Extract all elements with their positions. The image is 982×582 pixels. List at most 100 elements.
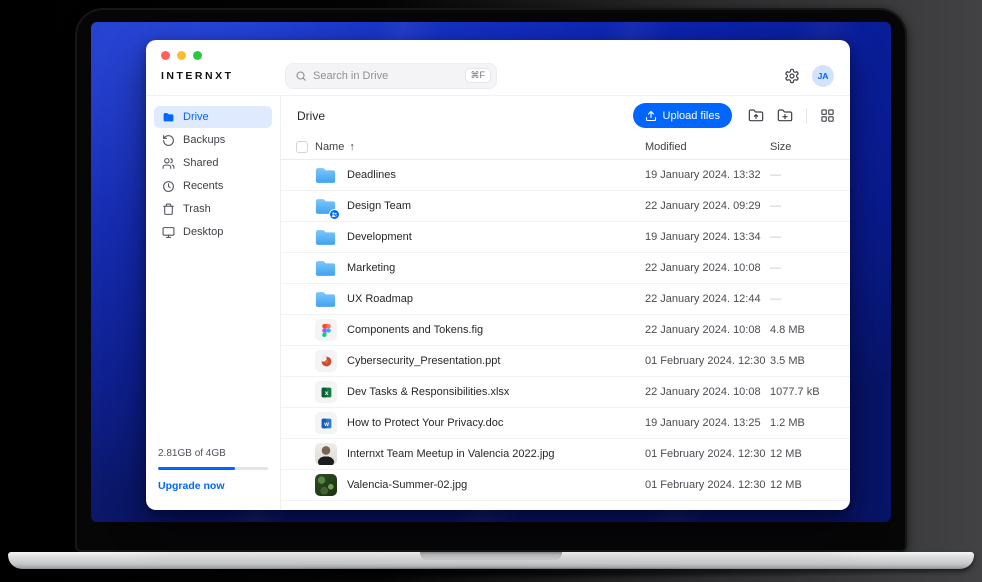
table-row[interactable]: UX Roadmap 22 January 2024. 12:44 — [281,284,850,315]
table-row[interactable]: Valencia-Summer-02.jpg 01 February 2024.… [281,470,850,501]
sidebar: Drive Backups Shared [146,96,281,510]
search-input[interactable] [313,70,459,82]
file-name: Valencia-Summer-02.jpg [347,479,645,491]
search-field[interactable]: ⌘F [285,63,497,89]
file-name: Internxt Team Meetup in Valencia 2022.jp… [347,448,645,460]
table-row[interactable]: x Dev Tasks & Responsibilities.xlsx 22 J… [281,377,850,408]
photo-thumbnail-person [315,443,337,465]
file-modified: 22 January 2024. 09:29 [645,200,770,212]
laptop-shadow [70,567,912,579]
file-modified: 01 February 2024. 12:30 [645,479,770,491]
file-name: How to Protect Your Privacy.doc [347,417,645,429]
storage-usage-text: 2.81GB of 4GB [158,448,268,459]
folder-icon [315,228,337,247]
file-modified: 19 January 2024. 13:32 [645,169,770,181]
trash-icon [161,203,175,216]
file-size: — [770,293,834,305]
file-size: — [770,262,834,274]
svg-text:x: x [324,389,328,396]
powerpoint-file-icon [315,350,337,372]
storage-progress-bar [158,467,268,470]
toolbar-divider [806,108,807,124]
file-size: — [770,231,834,243]
upload-folder-icon [748,108,764,124]
sidebar-item-recents[interactable]: Recents [154,175,272,197]
header-row: INTERNXT ⌘F JA [146,60,850,95]
upload-files-button[interactable]: Upload files [633,103,732,128]
photo-thumbnail-foliage [315,474,337,496]
file-size: — [770,169,834,181]
window-header: INTERNXT ⌘F JA [146,40,850,96]
minimize-button[interactable] [177,51,186,60]
sidebar-item-label: Recents [183,180,223,192]
file-name: Design Team [347,200,645,212]
sidebar-item-shared[interactable]: Shared [154,152,272,174]
column-header-size[interactable]: Size [770,141,834,153]
table-row[interactable]: Cybersecurity_Presentation.ppt 01 Februa… [281,346,850,377]
sort-ascending-icon[interactable]: ↑ [349,141,355,153]
main-content: Drive Upload files [281,96,850,510]
breadcrumb[interactable]: Drive [297,109,325,123]
file-modified: 01 February 2024. 12:30 [645,355,770,367]
file-modified: 19 January 2024. 13:34 [645,231,770,243]
laptop-lid-notch [420,552,562,560]
window-body: Drive Backups Shared [146,96,850,510]
file-modified: 22 January 2024. 10:08 [645,324,770,336]
column-header-modified[interactable]: Modified [645,141,770,153]
gear-icon [784,68,800,84]
table-row[interactable]: Development 19 January 2024. 13:34 — [281,222,850,253]
table-row[interactable]: w How to Protect Your Privacy.doc 19 Jan… [281,408,850,439]
column-header-name[interactable]: Name [315,141,344,153]
file-size: 12 MB [770,479,834,491]
sidebar-item-label: Trash [183,203,211,215]
sidebar-item-label: Desktop [183,226,223,238]
table-row[interactable]: Internxt Team Meetup in Valencia 2022.jp… [281,439,850,470]
file-name: Development [347,231,645,243]
sidebar-item-drive[interactable]: Drive [154,106,272,128]
sidebar-item-trash[interactable]: Trash [154,198,272,220]
grid-view-button[interactable] [820,108,835,123]
table-row[interactable]: Marketing 22 January 2024. 10:08 — [281,253,850,284]
folder-icon [315,166,337,185]
file-size: 1.2 MB [770,417,834,429]
folder-icon [315,259,337,278]
file-name: Components and Tokens.fig [347,324,645,336]
storage-progress-fill [158,467,235,470]
upload-folder-button[interactable] [748,108,764,124]
avatar[interactable]: JA [812,65,834,87]
drive-toolbar: Drive Upload files [281,96,850,135]
file-name: Marketing [347,262,645,274]
table-row[interactable]: Components and Tokens.fig 22 January 202… [281,315,850,346]
sidebar-item-backups[interactable]: Backups [154,129,272,151]
backup-history-icon [161,134,175,147]
file-modified: 22 January 2024. 12:44 [645,293,770,305]
file-size: 4.8 MB [770,324,834,336]
file-name: UX Roadmap [347,293,645,305]
traffic-lights [146,40,850,60]
upgrade-now-link[interactable]: Upgrade now [158,480,268,492]
table-row[interactable]: Design Team 22 January 2024. 09:29 — [281,191,850,222]
figma-file-icon [315,319,337,341]
people-icon [161,157,175,170]
storage-panel: 2.81GB of 4GB Upgrade now [154,448,272,492]
settings-button[interactable] [784,68,800,84]
select-all-checkbox[interactable] [296,141,308,153]
file-modified: 22 January 2024. 10:08 [645,262,770,274]
sidebar-item-desktop[interactable]: Desktop [154,221,272,243]
close-button[interactable] [161,51,170,60]
file-modified: 19 January 2024. 13:25 [645,417,770,429]
file-list: Deadlines 19 January 2024. 13:32 — Desig… [281,160,850,510]
folder-icon [315,290,337,309]
upload-icon [645,110,657,122]
shared-badge-icon [329,209,340,220]
clock-icon [161,180,175,193]
sidebar-item-label: Shared [183,157,218,169]
search-shortcut-badge: ⌘F [465,68,492,83]
file-name: Deadlines [347,169,645,181]
upload-files-label: Upload files [663,110,720,122]
table-header: Name ↑ Modified Size [281,135,850,160]
new-folder-button[interactable] [777,108,793,124]
zoom-button[interactable] [193,51,202,60]
table-row[interactable]: Deadlines 19 January 2024. 13:32 — [281,160,850,191]
excel-file-icon: x [315,381,337,403]
